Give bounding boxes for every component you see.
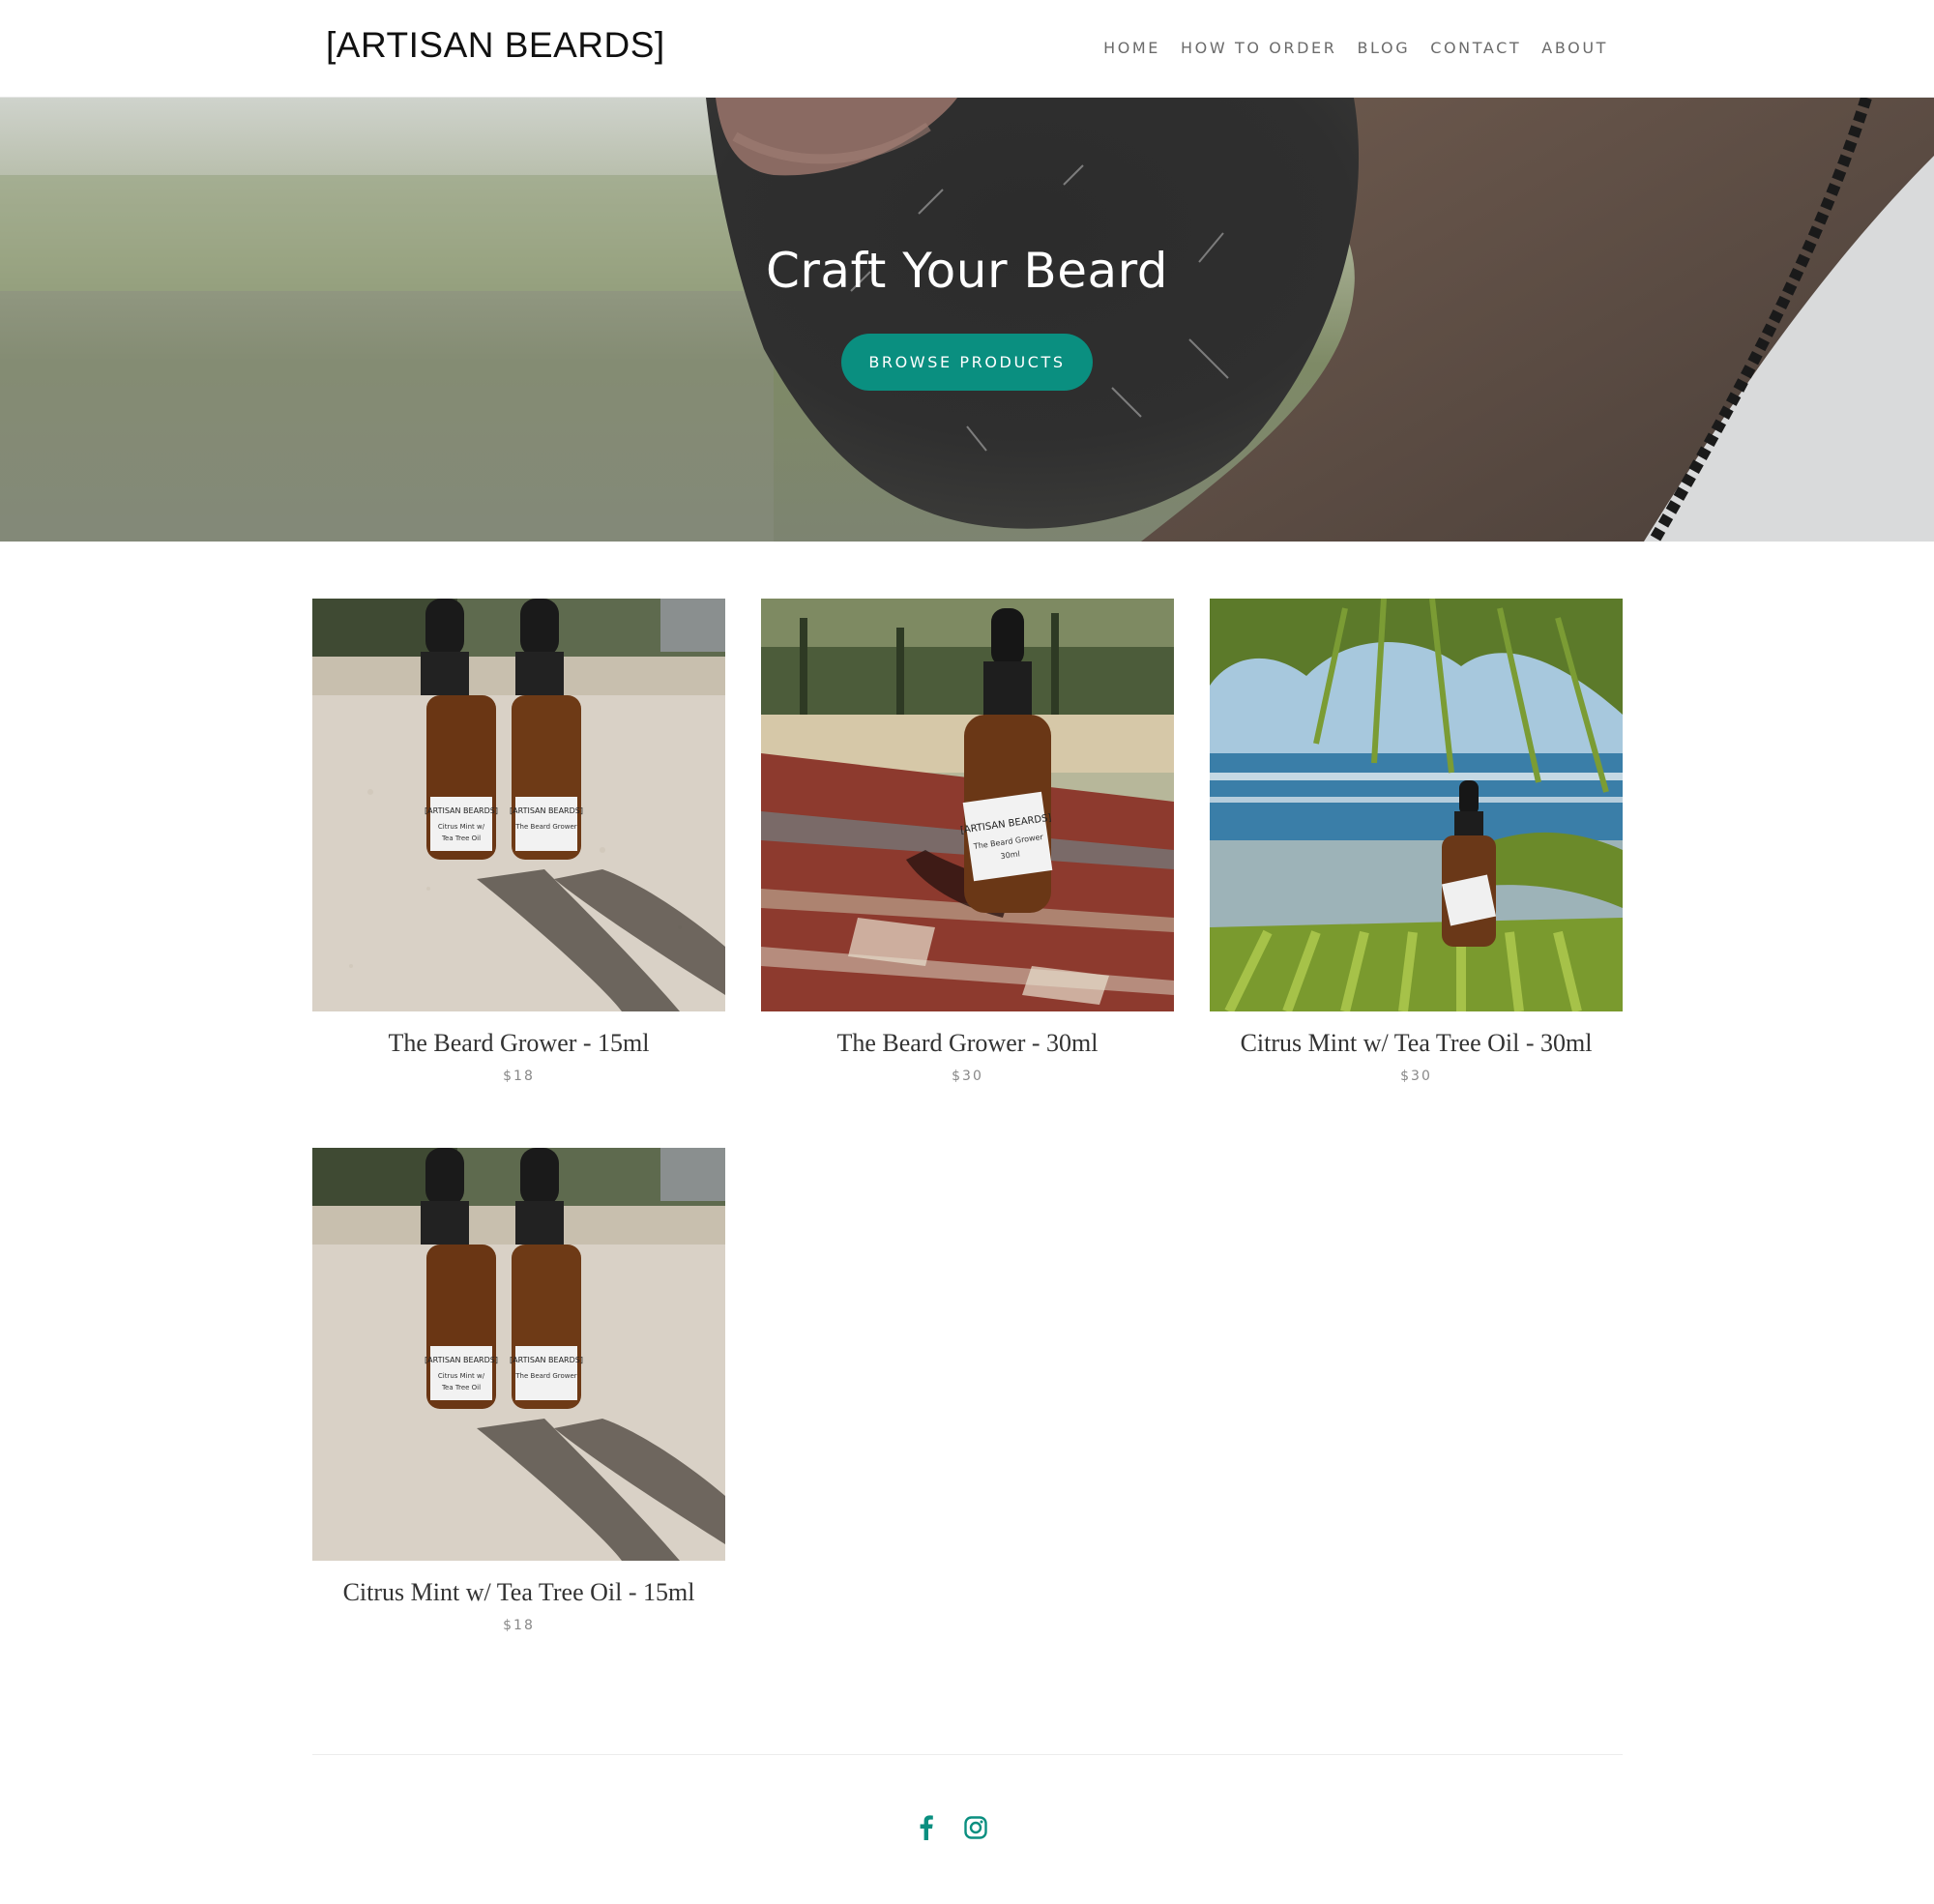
svg-text:The Beard Grower: The Beard Grower <box>514 823 577 831</box>
product-card[interactable]: [ARTISAN BEARDS] The Beard Grower 30ml T… <box>761 599 1174 1084</box>
product-card[interactable]: [ARTISAN BEARDS] Citrus Mint w/ Tea Tree… <box>312 1148 725 1633</box>
facebook-icon[interactable] <box>913 1814 940 1841</box>
product-card[interactable]: [ARTISAN BEARDS] Citrus Mint w/ Tea Tree… <box>312 599 725 1084</box>
product-price: $18 <box>503 1618 535 1633</box>
product-name[interactable]: Citrus Mint w/ Tea Tree Oil - 15ml <box>312 1578 725 1607</box>
site-header: [ARTISAN BEARDS] HOME HOW TO ORDER BLOG … <box>0 0 1934 98</box>
nav-about[interactable]: ABOUT <box>1541 39 1608 57</box>
svg-text:[ARTISAN BEARDS]: [ARTISAN BEARDS] <box>510 806 583 815</box>
browse-products-button[interactable]: BROWSE PRODUCTS <box>841 334 1093 391</box>
product-price: $18 <box>503 1069 535 1084</box>
main-nav: HOME HOW TO ORDER BLOG CONTACT ABOUT <box>1083 39 1608 57</box>
svg-text:Tea Tree Oil: Tea Tree Oil <box>441 1384 481 1391</box>
product-image[interactable] <box>1210 599 1623 1011</box>
product-name[interactable]: Citrus Mint w/ Tea Tree Oil - 30ml <box>1210 1029 1623 1058</box>
product-name[interactable]: The Beard Grower - 15ml <box>312 1029 725 1058</box>
product-price: $30 <box>1400 1069 1432 1084</box>
svg-text:[ARTISAN BEARDS]: [ARTISAN BEARDS] <box>425 806 498 815</box>
instagram-icon[interactable] <box>962 1814 989 1841</box>
product-image[interactable]: [ARTISAN BEARDS] Citrus Mint w/ Tea Tree… <box>312 599 725 1011</box>
product-image[interactable]: [ARTISAN BEARDS] Citrus Mint w/ Tea Tree… <box>312 1148 725 1561</box>
product-name[interactable]: The Beard Grower - 30ml <box>761 1029 1174 1058</box>
footer-divider <box>312 1754 1623 1755</box>
nav-blog[interactable]: BLOG <box>1357 39 1410 57</box>
product-image[interactable]: [ARTISAN BEARDS] The Beard Grower 30ml <box>761 599 1174 1011</box>
svg-text:Citrus Mint w/: Citrus Mint w/ <box>438 1372 485 1380</box>
svg-text:[ARTISAN BEARDS]: [ARTISAN BEARDS] <box>425 1356 498 1364</box>
svg-text:[ARTISAN BEARDS]: [ARTISAN BEARDS] <box>510 1356 583 1364</box>
nav-contact[interactable]: CONTACT <box>1430 39 1521 57</box>
nav-home[interactable]: HOME <box>1103 39 1160 57</box>
svg-text:The Beard Grower: The Beard Grower <box>514 1372 577 1380</box>
product-card[interactable]: Citrus Mint w/ Tea Tree Oil - 30ml $30 <box>1210 599 1623 1084</box>
svg-text:Tea Tree Oil: Tea Tree Oil <box>441 835 481 842</box>
product-price: $30 <box>952 1069 983 1084</box>
site-logo[interactable]: [ARTISAN BEARDS] <box>326 25 665 66</box>
nav-how-to-order[interactable]: HOW TO ORDER <box>1181 39 1336 57</box>
hero-content: Craft Your Beard BROWSE PRODUCTS <box>0 98 1934 542</box>
hero-title: Craft Your Beard <box>765 243 1169 299</box>
hero-banner: Craft Your Beard BROWSE PRODUCTS <box>0 98 1934 542</box>
svg-text:Citrus Mint w/: Citrus Mint w/ <box>438 823 485 831</box>
